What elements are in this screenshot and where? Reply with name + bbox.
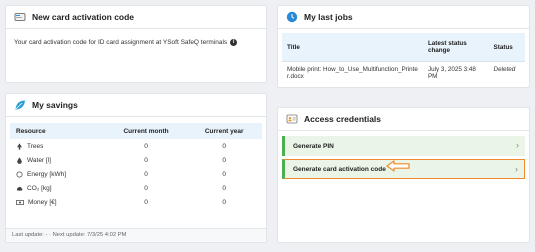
month-value: 0 bbox=[144, 170, 148, 178]
access-card-header: Access credentials bbox=[278, 108, 529, 131]
generate-activation-code-label: Generate card activation code bbox=[293, 165, 386, 173]
access-credentials-card: Access credentials Generate PIN › Genera… bbox=[277, 107, 530, 243]
table-row: Trees 0 0 bbox=[10, 139, 262, 153]
col-title[interactable]: Title bbox=[282, 33, 423, 62]
activation-card-header: New card activation code bbox=[6, 6, 266, 29]
savings-card: My savings Resource Current month Curren… bbox=[5, 93, 267, 243]
savings-card-header: My savings bbox=[6, 94, 266, 117]
water-drop-icon bbox=[17, 156, 22, 164]
job-date: July 3, 2025 3:48 PM bbox=[427, 66, 476, 80]
chevron-right-icon: › bbox=[516, 140, 519, 150]
month-value: 0 bbox=[144, 156, 148, 164]
co2-cloud-icon bbox=[16, 186, 23, 191]
last-jobs-card: My last jobs Title Latest status change … bbox=[277, 5, 530, 88]
resource-name: CO₂ [kg] bbox=[27, 184, 52, 192]
generate-pin-label: Generate PIN bbox=[293, 142, 334, 150]
activation-text: Your card activation code for ID card as… bbox=[14, 39, 228, 46]
col-status[interactable]: Status bbox=[488, 33, 525, 62]
info-icon[interactable]: i bbox=[230, 39, 238, 46]
col-latest-status-change[interactable]: Latest status change bbox=[422, 33, 489, 62]
savings-card-title: My savings bbox=[32, 100, 78, 110]
year-value: 0 bbox=[222, 198, 226, 206]
col-resource: Resource bbox=[10, 123, 106, 139]
jobs-table: Title Latest status change Status Mobile… bbox=[282, 33, 525, 84]
year-value: 0 bbox=[222, 184, 226, 192]
table-row: CO₂ [kg] 0 0 bbox=[10, 181, 262, 195]
table-row: Water [l] 0 0 bbox=[10, 153, 262, 167]
money-icon bbox=[16, 199, 24, 205]
activation-description: Your card activation code for ID card as… bbox=[6, 29, 266, 56]
month-value: 0 bbox=[144, 198, 148, 206]
energy-icon bbox=[16, 170, 23, 178]
year-value: 0 bbox=[222, 142, 226, 150]
month-value: 0 bbox=[144, 142, 148, 150]
resource-name: Water [l] bbox=[27, 156, 51, 164]
id-badge-icon bbox=[286, 114, 298, 124]
month-value: 0 bbox=[144, 184, 148, 192]
activation-code-card: New card activation code Your card activ… bbox=[5, 5, 267, 83]
clock-icon bbox=[286, 11, 298, 23]
col-current-year: Current year bbox=[186, 123, 262, 139]
access-card-title: Access credentials bbox=[304, 114, 382, 124]
tree-icon bbox=[17, 142, 22, 150]
chevron-right-icon: › bbox=[515, 164, 518, 174]
jobs-card-header: My last jobs bbox=[278, 6, 529, 29]
leaf-icon bbox=[15, 100, 25, 110]
job-status: Deleted bbox=[493, 66, 516, 73]
col-current-month: Current month bbox=[105, 123, 187, 139]
table-row[interactable]: Mobile print: How_to_Use_Multifunction_P… bbox=[282, 62, 525, 85]
year-value: 0 bbox=[222, 156, 226, 164]
table-row: Money [€] 0 0 bbox=[10, 195, 262, 209]
update-footer: Last update: - · Next update: 7/3/25 4:0… bbox=[6, 228, 266, 242]
jobs-card-title: My last jobs bbox=[304, 12, 353, 22]
card-icon bbox=[14, 13, 26, 21]
generate-pin-button[interactable]: Generate PIN › bbox=[282, 136, 525, 156]
resource-name: Energy [kWh] bbox=[27, 170, 67, 178]
savings-table: Resource Current month Current year Tree… bbox=[10, 123, 262, 209]
job-title: Mobile print: How_to_Use_Multifunction_P… bbox=[287, 66, 418, 80]
resource-name: Money [€] bbox=[28, 198, 57, 206]
callout-arrow-icon bbox=[386, 160, 410, 172]
year-value: 0 bbox=[222, 170, 226, 178]
table-row: Energy [kWh] 0 0 bbox=[10, 167, 262, 181]
resource-name: Trees bbox=[27, 142, 44, 150]
activation-card-title: New card activation code bbox=[32, 12, 135, 22]
